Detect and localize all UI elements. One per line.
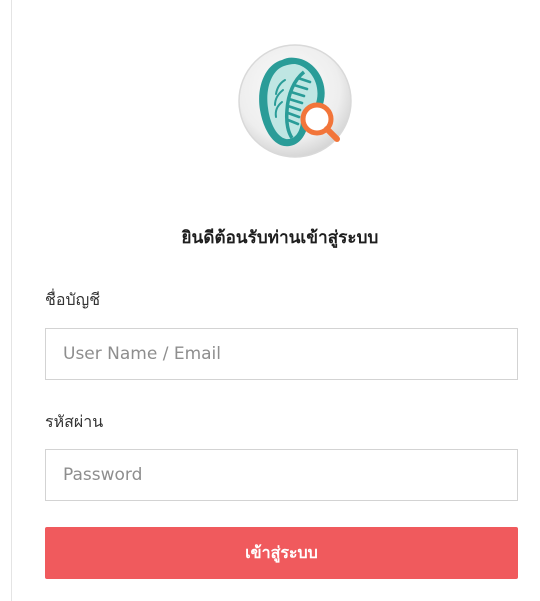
username-label: ชื่อบัญชี <box>45 290 101 309</box>
password-input[interactable] <box>45 449 518 501</box>
username-input[interactable] <box>45 328 518 380</box>
left-divider <box>11 0 12 601</box>
password-label: รหัสผ่าน <box>45 412 104 431</box>
spine-magnifier-logo-icon <box>238 44 352 158</box>
login-page: ยินดีต้อนรับท่านเข้าสู่ระบบ ชื่อบัญชี รห… <box>0 0 540 601</box>
welcome-heading: ยินดีต้อนรับท่านเข้าสู่ระบบ <box>181 228 379 248</box>
login-button[interactable]: เข้าสู่ระบบ <box>45 527 518 579</box>
